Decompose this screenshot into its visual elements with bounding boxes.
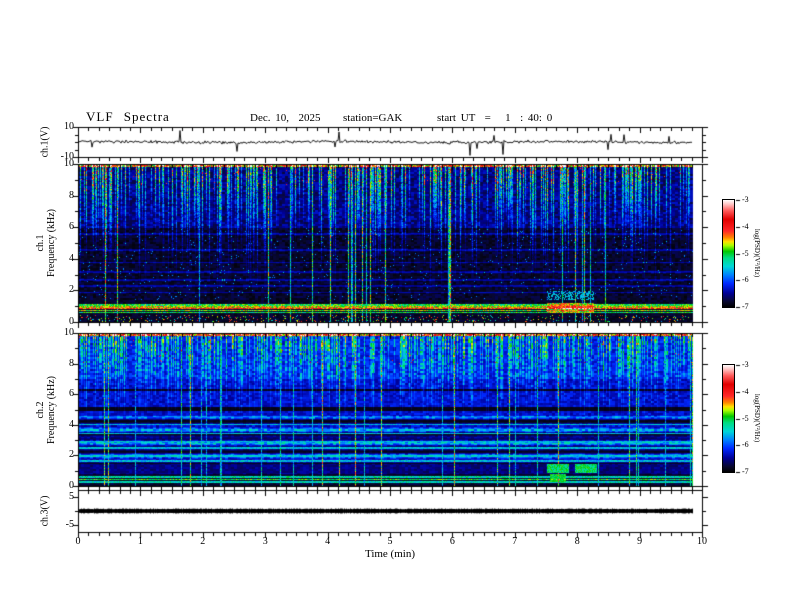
x-tick-label: 10: [697, 536, 707, 547]
x-tick-label: 8: [574, 536, 580, 547]
ch3-wave-y-tick-label: -5: [65, 519, 74, 530]
x-tick-label: 2: [200, 536, 206, 547]
x-axis-title: Time (min): [364, 548, 415, 560]
ch1-spec-y-tick-label: 10: [64, 158, 74, 169]
ch2-spec-y-tick-label: 2: [69, 449, 74, 461]
colorbar-2-tick-label: -7: [742, 467, 749, 476]
x-tick-label: 1: [137, 536, 143, 547]
ch2-spec-y-tick-label: 8: [69, 357, 74, 369]
x-tick-label: 4: [325, 536, 331, 547]
ch1-wave-y-tick-label: 10: [64, 121, 74, 132]
colorbar-2-tick-label: -4: [742, 386, 749, 396]
station-label: station=GAK: [343, 112, 403, 124]
colorbar-1-tick-label: -6: [742, 275, 749, 285]
ch1-spec-y-tick-label: 6: [69, 221, 74, 233]
colorbar-1-tick-label: -7: [742, 302, 749, 311]
ch1-spec-y-tick-label: 4: [69, 252, 74, 264]
ch2-spec-y-tick-label: 10: [64, 327, 74, 338]
plot-canvas: [0, 0, 792, 612]
colorbar-2-tick-label: -6: [742, 440, 749, 450]
colorbar-2: [722, 364, 735, 473]
ch2-spec-y-tick-label: 6: [69, 388, 74, 400]
x-tick-label: 9: [637, 536, 643, 547]
ch1-spec-y-tick-label: 8: [69, 189, 74, 201]
ch3-wave-y-tick-label: 5: [69, 491, 74, 502]
figure-date: Dec. 10, 2025: [250, 112, 321, 124]
colorbar-2-tick-label: -5: [742, 413, 749, 423]
x-tick-label: 6: [449, 536, 455, 547]
x-tick-label: 3: [262, 536, 268, 547]
figure-title: VLF Spectra: [86, 109, 170, 124]
x-tick-label: 7: [512, 536, 518, 547]
colorbar-1-tick-label: -3: [742, 195, 749, 204]
x-tick-label: 0: [75, 536, 81, 547]
colorbar-1-tick-label: -4: [742, 221, 749, 231]
start-ut-label: start UT = 1 : 40: 0: [437, 112, 553, 124]
colorbar-1: [722, 199, 735, 308]
ch1-spec-y-tick-label: 2: [69, 284, 74, 296]
x-tick-label: 5: [387, 536, 393, 547]
ch2-spec-y-tick-label: 4: [69, 418, 74, 430]
colorbar-2-tick-label: -3: [742, 360, 749, 369]
vlf-spectra-figure: VLF Spectra Dec. 10, 2025 station=GAK st…: [0, 0, 792, 612]
colorbar-1-tick-label: -5: [742, 248, 749, 258]
